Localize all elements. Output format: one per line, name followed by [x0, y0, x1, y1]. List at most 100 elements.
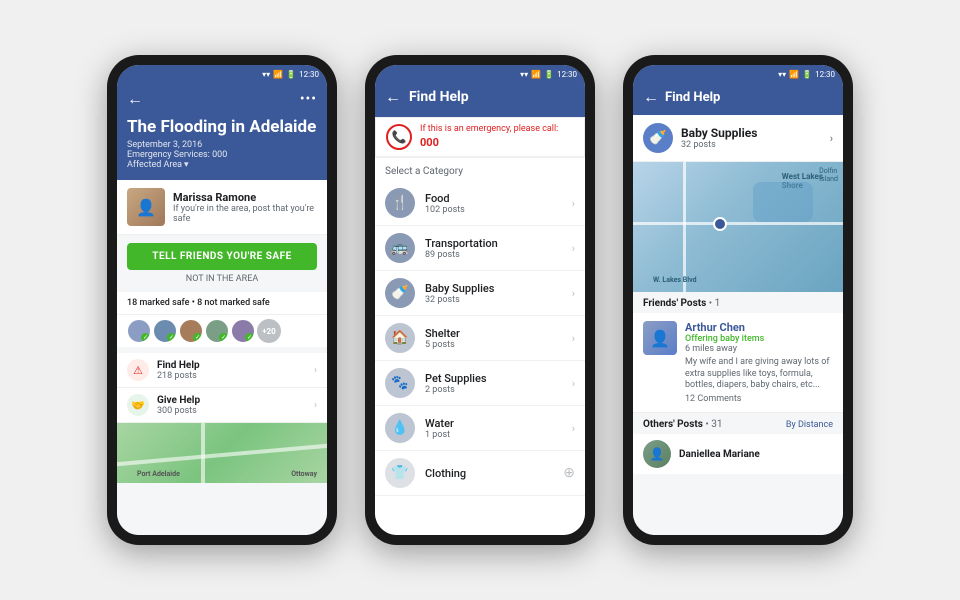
- transportation-posts: 89 posts: [425, 250, 562, 260]
- check-icon: ✓: [141, 333, 150, 342]
- category-pet-supplies[interactable]: 🐾 Pet Supplies 2 posts ›: [375, 361, 585, 406]
- post-distance: 6 miles away: [685, 344, 833, 354]
- transportation-name: Transportation: [425, 237, 562, 250]
- category-details: Baby Supplies 32 posts: [681, 126, 757, 150]
- find-help-posts: 218 posts: [157, 371, 306, 381]
- transportation-icon: 🚌: [385, 233, 415, 263]
- give-help-text: Give Help 300 posts: [157, 395, 306, 416]
- check-icon: ✓: [193, 333, 202, 342]
- food-name: Food: [425, 192, 562, 205]
- phone-1-nav: ← •••: [127, 89, 317, 109]
- profile-info: Marissa Ramone If you're in the area, po…: [173, 191, 317, 224]
- phone-2-header: ← Find Help: [375, 83, 585, 117]
- signal-icon: ▾▾: [520, 70, 528, 79]
- water-icon: 💧: [385, 413, 415, 443]
- time-display: 12:30: [557, 70, 577, 79]
- marked-safe-count: 18 marked safe • 8 not marked safe: [117, 292, 327, 315]
- category-shelter[interactable]: 🏠 Shelter 5 posts ›: [375, 316, 585, 361]
- not-in-area-button[interactable]: NOT IN THE AREA: [117, 274, 327, 284]
- avatar: 👤: [127, 188, 165, 226]
- status-bar-2: ▾▾ 📶 🔋 12:30: [375, 65, 585, 83]
- chevron-right-icon: ›: [572, 242, 575, 255]
- phone-2: ▾▾ 📶 🔋 12:30 ← Find Help 📞 If this is an…: [365, 55, 595, 545]
- back-icon[interactable]: ←: [127, 89, 143, 109]
- shelter-text: Shelter 5 posts: [425, 327, 562, 350]
- food-icon: 🍴: [385, 188, 415, 218]
- more-menu-icon[interactable]: •••: [300, 91, 317, 107]
- food-posts: 102 posts: [425, 205, 562, 215]
- phone-2-screen: ▾▾ 📶 🔋 12:30 ← Find Help 📞 If this is an…: [375, 65, 585, 535]
- find-help-text: Find Help 218 posts: [157, 360, 306, 381]
- back-icon[interactable]: ←: [385, 87, 401, 107]
- battery-icon: 🔋: [802, 70, 812, 79]
- other-post-item[interactable]: 👤 Daniellea Mariane: [633, 434, 843, 474]
- emergency-banner[interactable]: 📞 If this is an emergency, please call: …: [375, 117, 585, 158]
- map-label-port: Port Adelaide: [137, 470, 180, 478]
- category-baby-supplies[interactable]: 🍼 Baby Supplies 32 posts ›: [375, 271, 585, 316]
- post-content: Arthur Chen Offering baby items 6 miles …: [685, 321, 833, 404]
- by-distance-sort[interactable]: By Distance: [786, 420, 833, 430]
- more-avatars-badge: +20: [257, 319, 281, 343]
- post-author-name: Arthur Chen: [685, 321, 833, 334]
- baby-supplies-icon: 🍼: [385, 278, 415, 308]
- shelter-name: Shelter: [425, 327, 562, 340]
- check-icon: ✓: [219, 333, 228, 342]
- phone-1-body: 👤 Marissa Ramone If you're in the area, …: [117, 180, 327, 535]
- friends-posts-count: • 1: [709, 298, 720, 309]
- back-icon[interactable]: ←: [643, 87, 659, 107]
- add-icon[interactable]: ⊕: [563, 465, 575, 481]
- map-label-right: DolfinIsland: [819, 167, 838, 183]
- event-title: The Flooding in Adelaide: [127, 117, 317, 137]
- emergency-text-group: If this is an emergency, please call: 00…: [420, 124, 558, 150]
- food-text: Food 102 posts: [425, 192, 562, 215]
- category-section: Select a Category 🍴 Food 102 posts › 🚌 T…: [375, 158, 585, 535]
- avatars-row: ✓ ✓ ✓ ✓ ✓ +20: [117, 315, 327, 347]
- category-water[interactable]: 💧 Water 1 post ›: [375, 406, 585, 451]
- friends-posts-header: Friends' Posts • 1: [633, 292, 843, 313]
- status-bar-1: ▾▾ 📶 🔋 12:30: [117, 65, 327, 83]
- find-help-title: Find Help: [157, 360, 306, 371]
- chevron-down-icon[interactable]: ›: [830, 132, 833, 145]
- phone-3: ▾▾ 📶 🔋 12:30 ← Find Help 🍼 Baby Suppli: [623, 55, 853, 545]
- map-pin: [713, 217, 727, 231]
- baby-supplies-text: Baby Supplies 32 posts: [425, 282, 562, 305]
- baby-supplies-icon: 🍼: [643, 123, 673, 153]
- battery-icon: 🔋: [544, 70, 554, 79]
- post-avatar: 👤: [643, 321, 677, 355]
- tell-friends-safe-button[interactable]: TELL FRIENDS YOU'RE SAFE: [127, 243, 317, 270]
- category-transportation[interactable]: 🚌 Transportation 89 posts ›: [375, 226, 585, 271]
- post-comments: 12 Comments: [685, 394, 833, 404]
- water-name: Water: [425, 417, 562, 430]
- give-help-item[interactable]: 🤝 Give Help 300 posts ›: [117, 388, 327, 423]
- mini-avatar-3: ✓: [179, 319, 203, 343]
- clothing-text: Clothing: [425, 467, 553, 480]
- category-clothing[interactable]: 👕 Clothing ⊕: [375, 451, 585, 496]
- page-title: Find Help: [409, 89, 469, 105]
- emergency-phone-icon: 📞: [386, 124, 412, 150]
- category-label: Select a Category: [375, 158, 585, 181]
- give-help-posts: 300 posts: [157, 406, 306, 416]
- phone-1: ▾▾ 📶 🔋 12:30 ← ••• The Flooding in Adela…: [107, 55, 337, 545]
- map-water: [753, 182, 813, 222]
- find-help-item[interactable]: ⚠ Find Help 218 posts ›: [117, 353, 327, 388]
- phone-1-header: ← ••• The Flooding in Adelaide September…: [117, 83, 327, 180]
- map-view[interactable]: West LakesShore DolfinIsland W. Lakes Bl…: [633, 162, 843, 292]
- help-items-list: ⚠ Find Help 218 posts › 🤝 Give Help 300 …: [117, 353, 327, 423]
- category-food[interactable]: 🍴 Food 102 posts ›: [375, 181, 585, 226]
- phone-1-screen: ▾▾ 📶 🔋 12:30 ← ••• The Flooding in Adela…: [117, 65, 327, 535]
- status-icons-1: ▾▾ 📶 🔋 12:30: [262, 70, 319, 79]
- clothing-name: Clothing: [425, 467, 553, 480]
- pet-supplies-name: Pet Supplies: [425, 372, 562, 385]
- friends-post-item[interactable]: 👤 Arthur Chen Offering baby items 6 mile…: [633, 313, 843, 413]
- map-label-ottoway: Ottoway: [291, 470, 317, 478]
- give-help-title: Give Help: [157, 395, 306, 406]
- pet-supplies-icon: 🐾: [385, 368, 415, 398]
- phone-3-header: ← Find Help: [633, 83, 843, 115]
- post-subtitle: Offering baby items: [685, 334, 833, 344]
- chevron-right-icon: ›: [572, 377, 575, 390]
- time-display: 12:30: [299, 70, 319, 79]
- chevron-right-icon: ›: [572, 332, 575, 345]
- pet-supplies-text: Pet Supplies 2 posts: [425, 372, 562, 395]
- mini-avatar-1: ✓: [127, 319, 151, 343]
- category-sub-row: 🍼 Baby Supplies 32 posts ›: [633, 115, 843, 162]
